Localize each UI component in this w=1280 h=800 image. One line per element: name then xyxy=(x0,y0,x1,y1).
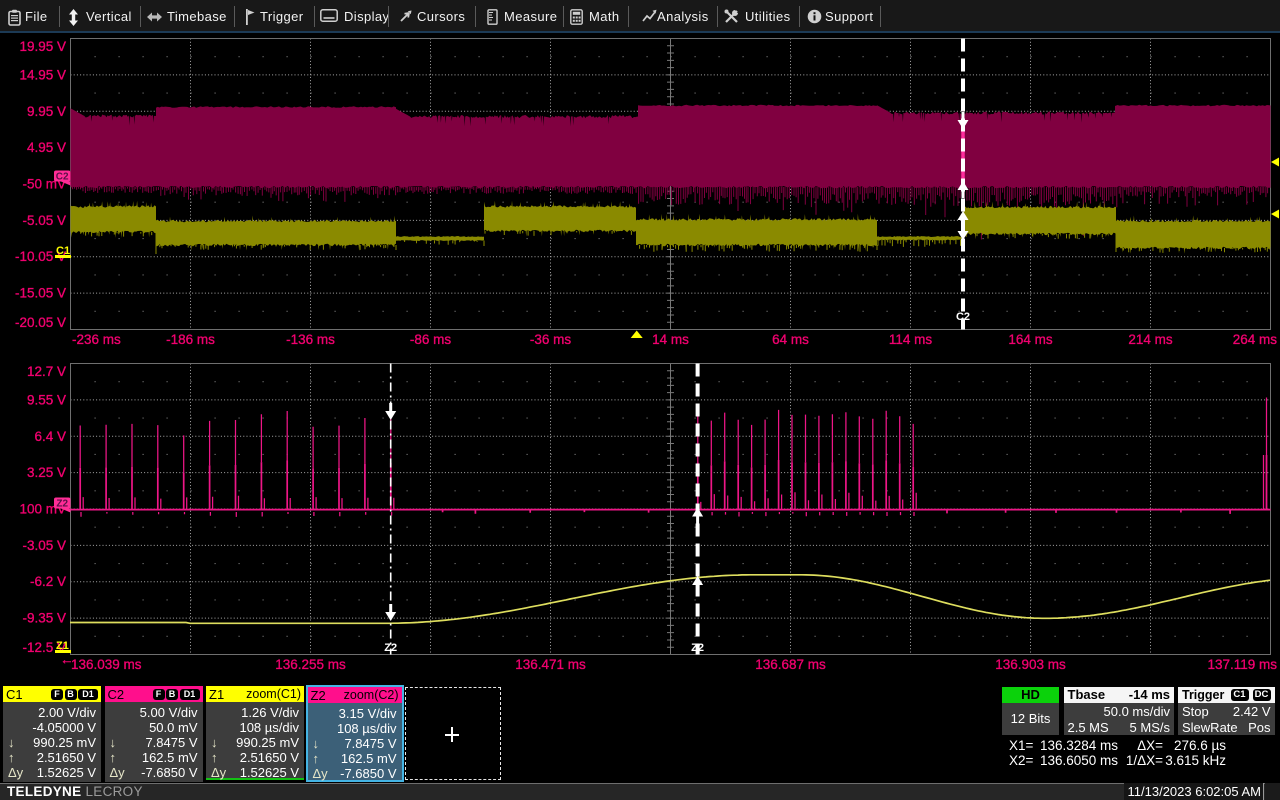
svg-text:C2: C2 xyxy=(956,311,970,323)
svg-text:136.903 ms: 136.903 ms xyxy=(995,657,1066,672)
svg-text:14 ms: 14 ms xyxy=(652,332,689,347)
svg-text:-186 ms: -186 ms xyxy=(166,332,215,347)
svg-text:-15.05 V: -15.05 V xyxy=(15,286,66,301)
svg-text:19.95 V: 19.95 V xyxy=(19,39,66,54)
svg-text:-20.05 V: -20.05 V xyxy=(15,315,66,330)
svg-text:164 ms: 164 ms xyxy=(1008,332,1053,347)
svg-text:64 ms: 64 ms xyxy=(772,332,809,347)
svg-text:136.471 ms: 136.471 ms xyxy=(515,657,586,672)
svg-text:3.25 V: 3.25 V xyxy=(27,465,66,480)
svg-text:136.687 ms: 136.687 ms xyxy=(755,657,826,672)
svg-text:-236 ms: -236 ms xyxy=(72,332,121,347)
svg-text:-5.05 V: -5.05 V xyxy=(22,213,66,228)
svg-text:4.95 V: 4.95 V xyxy=(27,140,66,155)
svg-text:9.55 V: 9.55 V xyxy=(27,392,66,407)
svg-text:-6.2 V: -6.2 V xyxy=(30,574,66,589)
svg-text:114 ms: 114 ms xyxy=(889,332,933,347)
svg-text:9.95 V: 9.95 V xyxy=(27,104,66,119)
svg-text:C2: C2 xyxy=(56,172,69,183)
svg-text:-136 ms: -136 ms xyxy=(286,332,335,347)
svg-text:12.7 V: 12.7 V xyxy=(27,364,66,379)
svg-text:Z2: Z2 xyxy=(56,499,68,510)
svg-text:6.4 V: 6.4 V xyxy=(34,429,66,444)
svg-text:14.95 V: 14.95 V xyxy=(19,67,66,82)
svg-text:214 ms: 214 ms xyxy=(1128,332,1173,347)
svg-text:Z2: Z2 xyxy=(691,642,704,654)
svg-text:-3.05 V: -3.05 V xyxy=(22,538,66,553)
svg-text:136.255 ms: 136.255 ms xyxy=(275,657,346,672)
svg-text:137.119 ms: 137.119 ms xyxy=(1207,657,1277,672)
svg-text:-36 ms: -36 ms xyxy=(530,332,572,347)
svg-text:Z2: Z2 xyxy=(384,642,397,654)
svg-text:136.039 ms: 136.039 ms xyxy=(71,657,142,672)
svg-text:-86 ms: -86 ms xyxy=(410,332,452,347)
svg-text:-9.35 V: -9.35 V xyxy=(22,611,66,626)
svg-text:264 ms: 264 ms xyxy=(1233,332,1278,347)
